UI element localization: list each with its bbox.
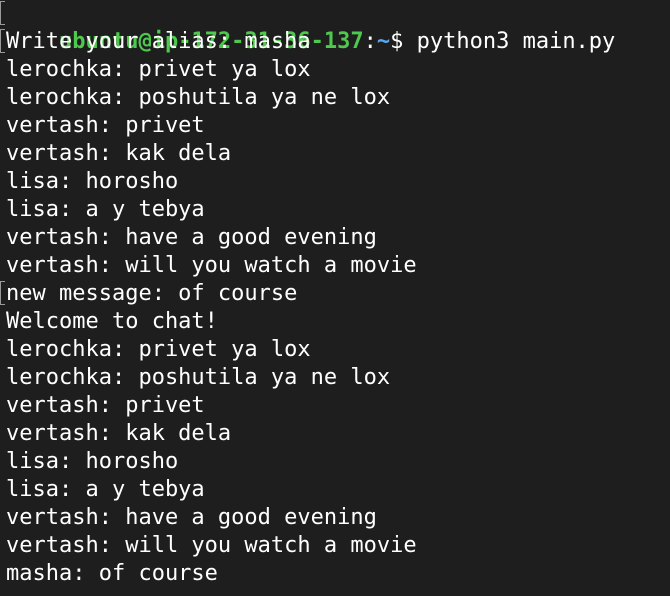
output-line-text: vertash: kak dela [6, 421, 232, 446]
output-line: lisa: horosho [6, 448, 670, 476]
output-line-text: vertash: have a good evening [6, 505, 377, 530]
output-line-text: vertash: kak dela [6, 141, 232, 166]
output-line: vertash: have a good evening [6, 224, 670, 252]
output-line: vertash: will you watch a movie [6, 252, 670, 280]
output-line: lerochka: privet ya lox [6, 56, 670, 84]
output-line-text: Welcome to chat! [6, 309, 218, 334]
output-line-text: lisa: horosho [6, 169, 179, 194]
output-line: vertash: kak dela [6, 140, 670, 168]
output-line: Write your alias: masha [0, 28, 670, 56]
mark-bracket-icon [0, 29, 5, 53]
output-line-text: vertash: have a good evening [6, 225, 377, 250]
output-line-text: lerochka: poshutila ya ne lox [6, 85, 391, 110]
terminal-output: Write your alias: masha lerochka: privet … [0, 28, 670, 588]
output-line-text: lerochka: privet ya lox [6, 57, 311, 82]
output-line-text: lerochka: privet ya lox [6, 337, 311, 362]
output-line-text: lerochka: poshutila ya ne lox [6, 365, 391, 390]
output-line: masha: of course [6, 560, 670, 588]
output-line: new message: of course [0, 280, 670, 308]
terminal-window[interactable]: ubuntu@ip-172-31-36-137:~$ python3 main.… [0, 0, 670, 596]
output-line-text: lisa: a y tebya [6, 197, 205, 222]
output-line: vertash: have a good evening [6, 504, 670, 532]
output-line: vertash: kak dela [6, 420, 670, 448]
output-line-text: masha: of course [6, 561, 218, 586]
output-line: lerochka: privet ya lox [6, 336, 670, 364]
output-line: lisa: horosho [6, 168, 670, 196]
output-line-text: vertash: will you watch a movie [6, 533, 417, 558]
output-line-text: lisa: a y tebya [6, 477, 205, 502]
output-line: Welcome to chat! [6, 308, 670, 336]
output-line-text: vertash: privet [6, 113, 205, 138]
output-line-text: new message: of course [6, 281, 298, 306]
output-line: lisa: a y tebya [6, 196, 670, 224]
output-line-text: vertash: privet [6, 393, 205, 418]
output-line-text: Write your alias: masha [6, 29, 311, 54]
mark-bracket-icon [0, 1, 5, 25]
output-line-text: lisa: horosho [6, 449, 179, 474]
output-line: vertash: will you watch a movie [6, 532, 670, 560]
output-line: vertash: privet [6, 112, 670, 140]
prompt-line: ubuntu@ip-172-31-36-137:~$ python3 main.… [0, 0, 670, 54]
output-line: lisa: a y tebya [6, 476, 670, 504]
output-line: lerochka: poshutila ya ne lox [6, 364, 670, 392]
output-line-text: vertash: will you watch a movie [6, 253, 417, 278]
output-line: vertash: privet [6, 392, 670, 420]
mark-bracket-icon [0, 281, 5, 305]
output-line: lerochka: poshutila ya ne lox [6, 84, 670, 112]
